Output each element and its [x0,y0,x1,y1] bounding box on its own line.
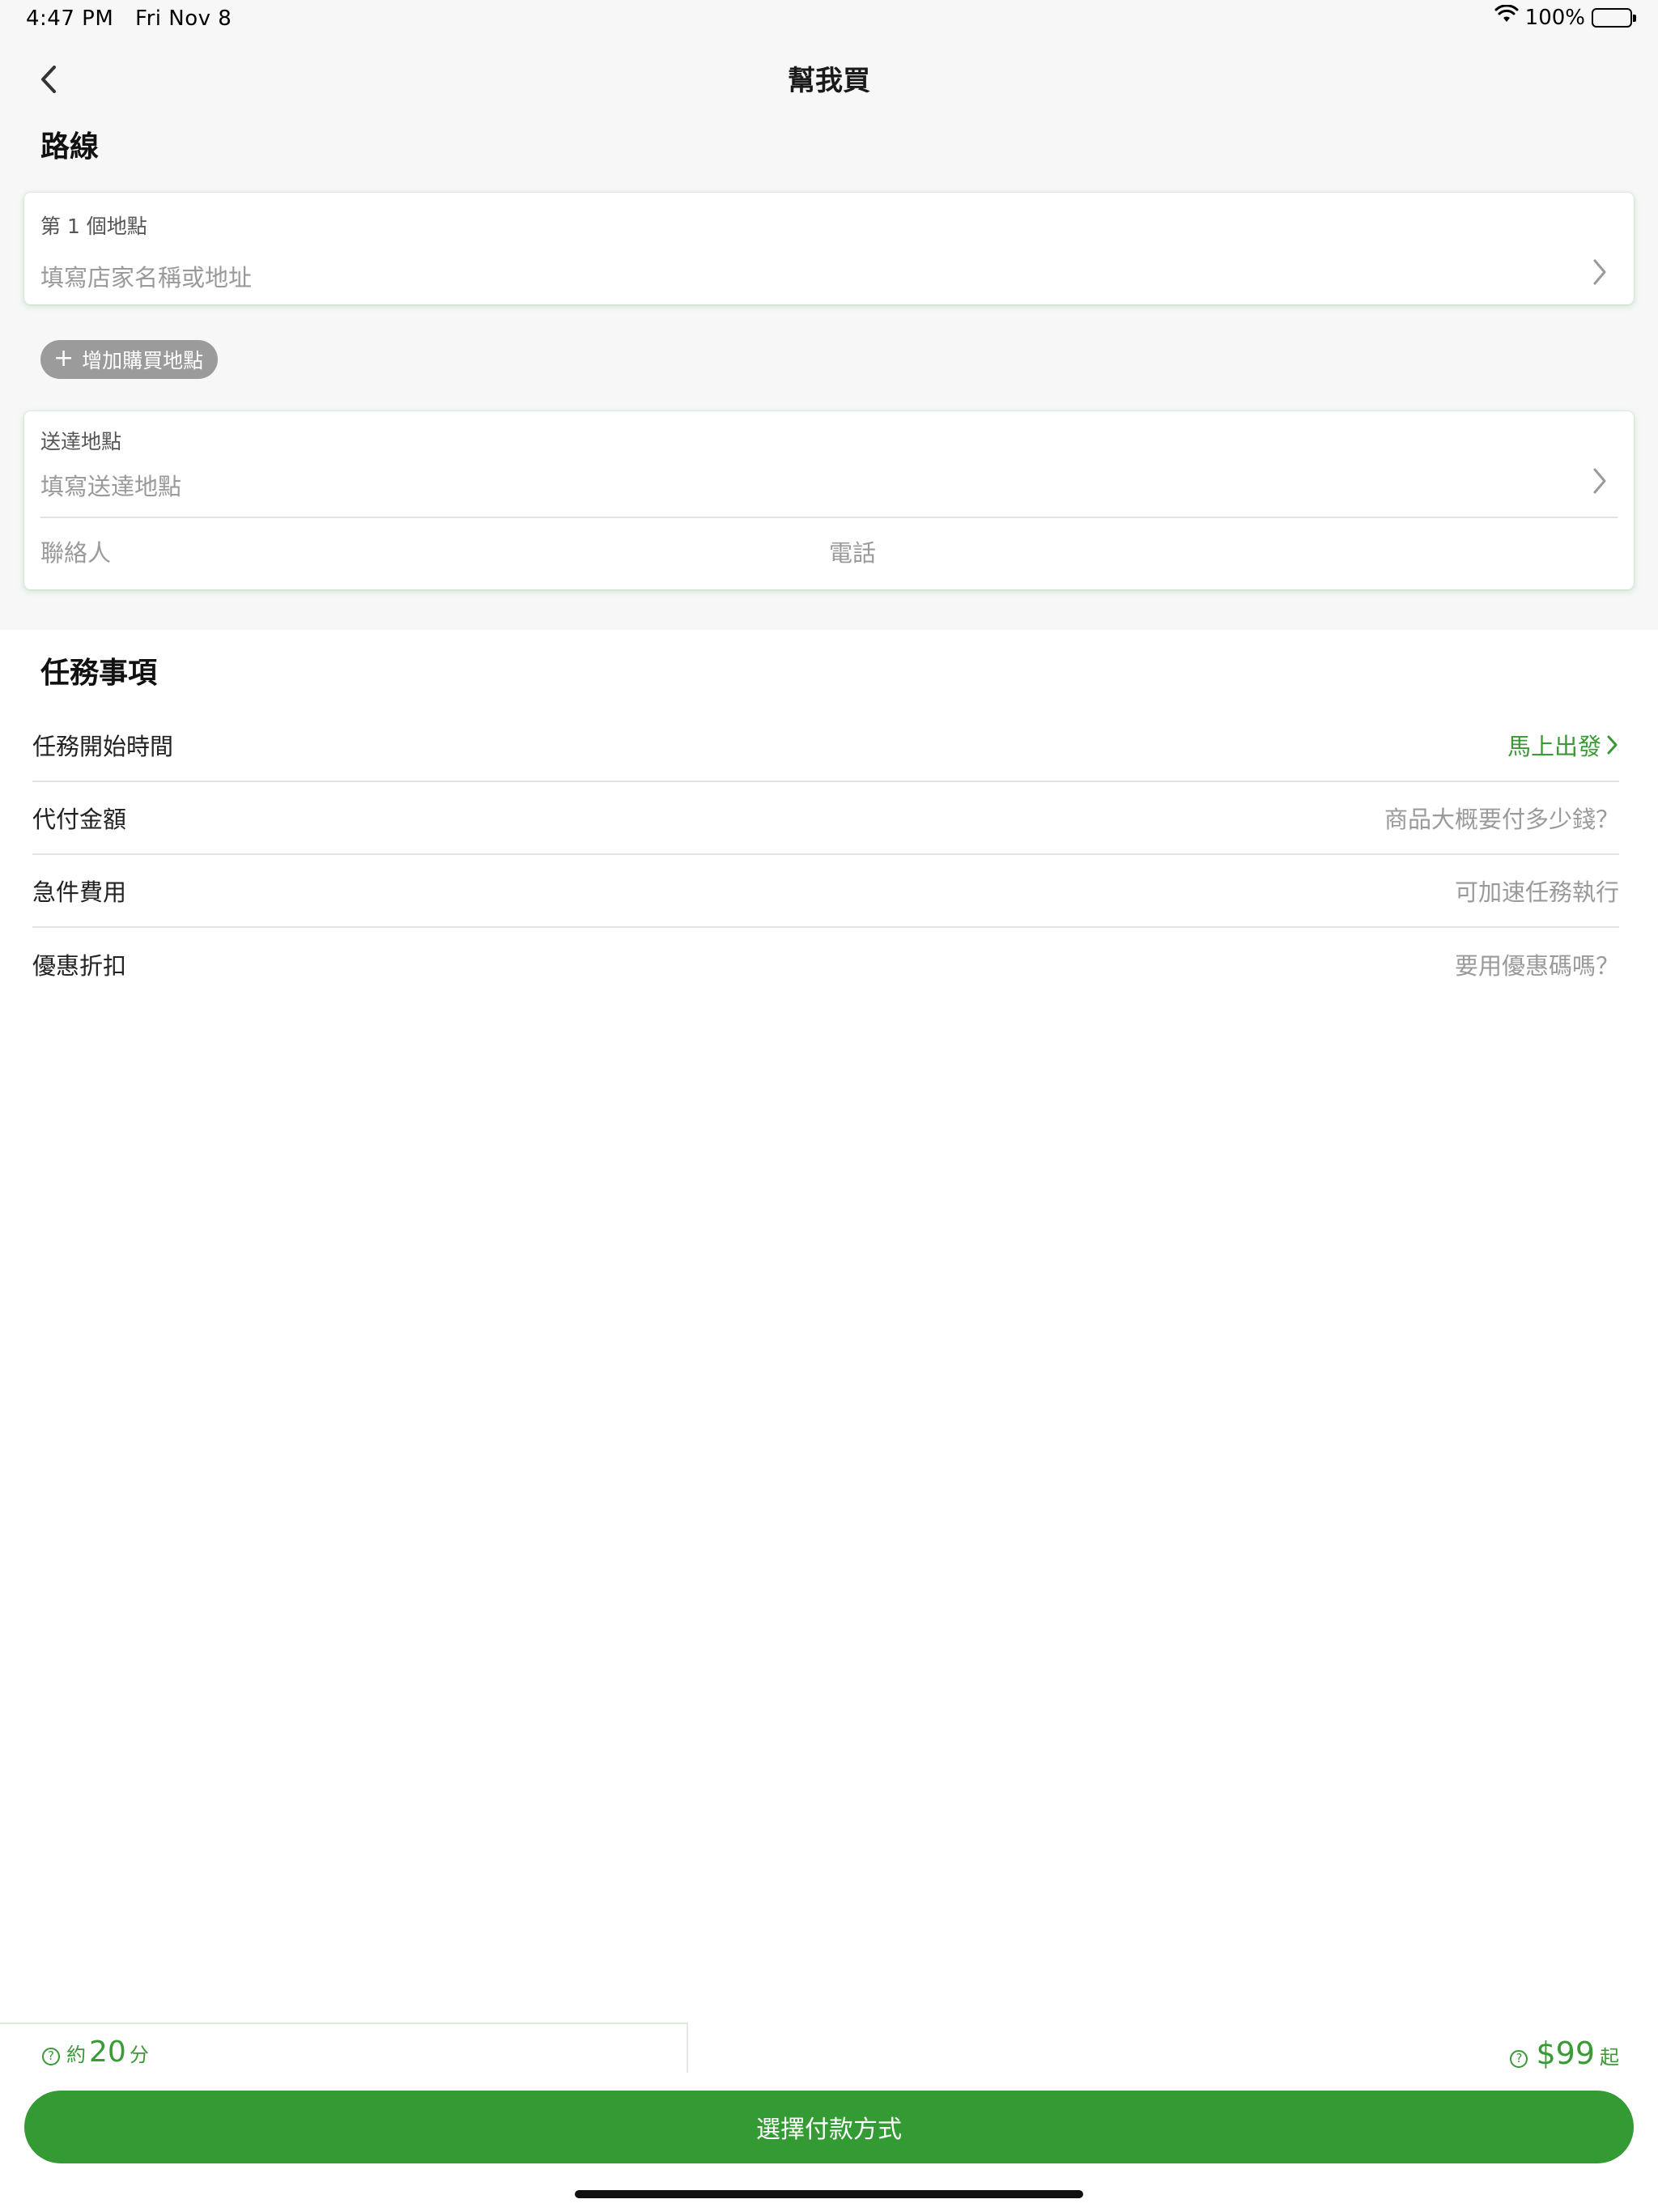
contact-phone-input[interactable]: 電話 [829,534,876,568]
task-row-start-time[interactable]: 任務開始時間 馬上出發 [32,709,1619,782]
location-1-card[interactable]: 第 1 個地點 填寫店家名稱或地址 [24,193,1634,304]
status-time: 4:47 PM [26,6,114,31]
home-indicator[interactable] [575,2190,1083,2198]
task-label: 代付金額 [32,806,127,833]
task-label: 急件費用 [32,878,127,906]
chevron-right-icon [1585,257,1614,287]
price-value: $99 [1536,2035,1595,2071]
card-divider [40,517,1618,518]
route-section-title: 路線 [40,130,100,164]
chevron-right-icon [1585,466,1614,496]
eta-unit: 分 [129,2044,149,2066]
delivery-location-label: 送達地點 [40,430,122,453]
urgent-fee-input[interactable]: 可加速任務執行 [1455,874,1619,908]
help-icon: ? [1510,2049,1528,2068]
task-label: 任務開始時間 [32,733,174,760]
task-row-urgent-fee[interactable]: 急件費用 可加速任務執行 [32,855,1619,928]
price-suffix: 起 [1600,2046,1619,2069]
discount-code-input[interactable]: 要用優惠碼嗎？ [1455,947,1619,981]
start-time-value: 馬上出發 [1507,733,1601,760]
add-purchase-location-button[interactable]: + 增加購買地點 [40,340,219,379]
battery-percentage: 100% [1524,5,1585,30]
contact-name-input[interactable]: 聯絡人 [40,534,111,568]
location-1-input[interactable]: 填寫店家名稱或地址 [40,259,252,293]
delivery-location-card: 送達地點 填寫送達地點 聯絡人 電話 [24,411,1634,589]
payment-amount-input[interactable]: 商品大概要付多少錢？ [1384,801,1619,835]
select-payment-method-button[interactable]: 選擇付款方式 [24,2091,1634,2163]
status-date: Fri Nov 8 [135,6,232,31]
plus-icon: + [53,344,74,372]
task-row-payment-amount[interactable]: 代付金額 商品大概要付多少錢？ [32,782,1619,855]
estimated-price[interactable]: ? $99 起 [1510,2035,1619,2071]
tasks-section-title: 任務事項 [40,657,158,690]
add-purchase-location-label: 增加購買地點 [82,349,204,372]
task-label: 優惠折扣 [32,952,127,980]
delivery-location-input[interactable]: 填寫送達地點 [40,468,181,502]
wifi-icon [1494,4,1519,30]
help-icon: ? [42,2047,60,2065]
page-title: 幫我買 [788,65,870,97]
eta-value: 20 [89,2035,126,2069]
eta-prefix: 約 [66,2044,86,2066]
estimated-time[interactable]: ? 約 20 分 [42,2035,149,2069]
task-row-discount[interactable]: 優惠折扣 要用優惠碼嗎？ [32,928,1619,1001]
battery-icon [1592,7,1636,28]
status-bar: 4:47 PM Fri Nov 8 100% [0,0,1658,37]
location-1-label: 第 1 個地點 [40,215,147,238]
chevron-right-icon [1607,735,1618,755]
navigation-bar: 幫我買 [0,47,1658,112]
